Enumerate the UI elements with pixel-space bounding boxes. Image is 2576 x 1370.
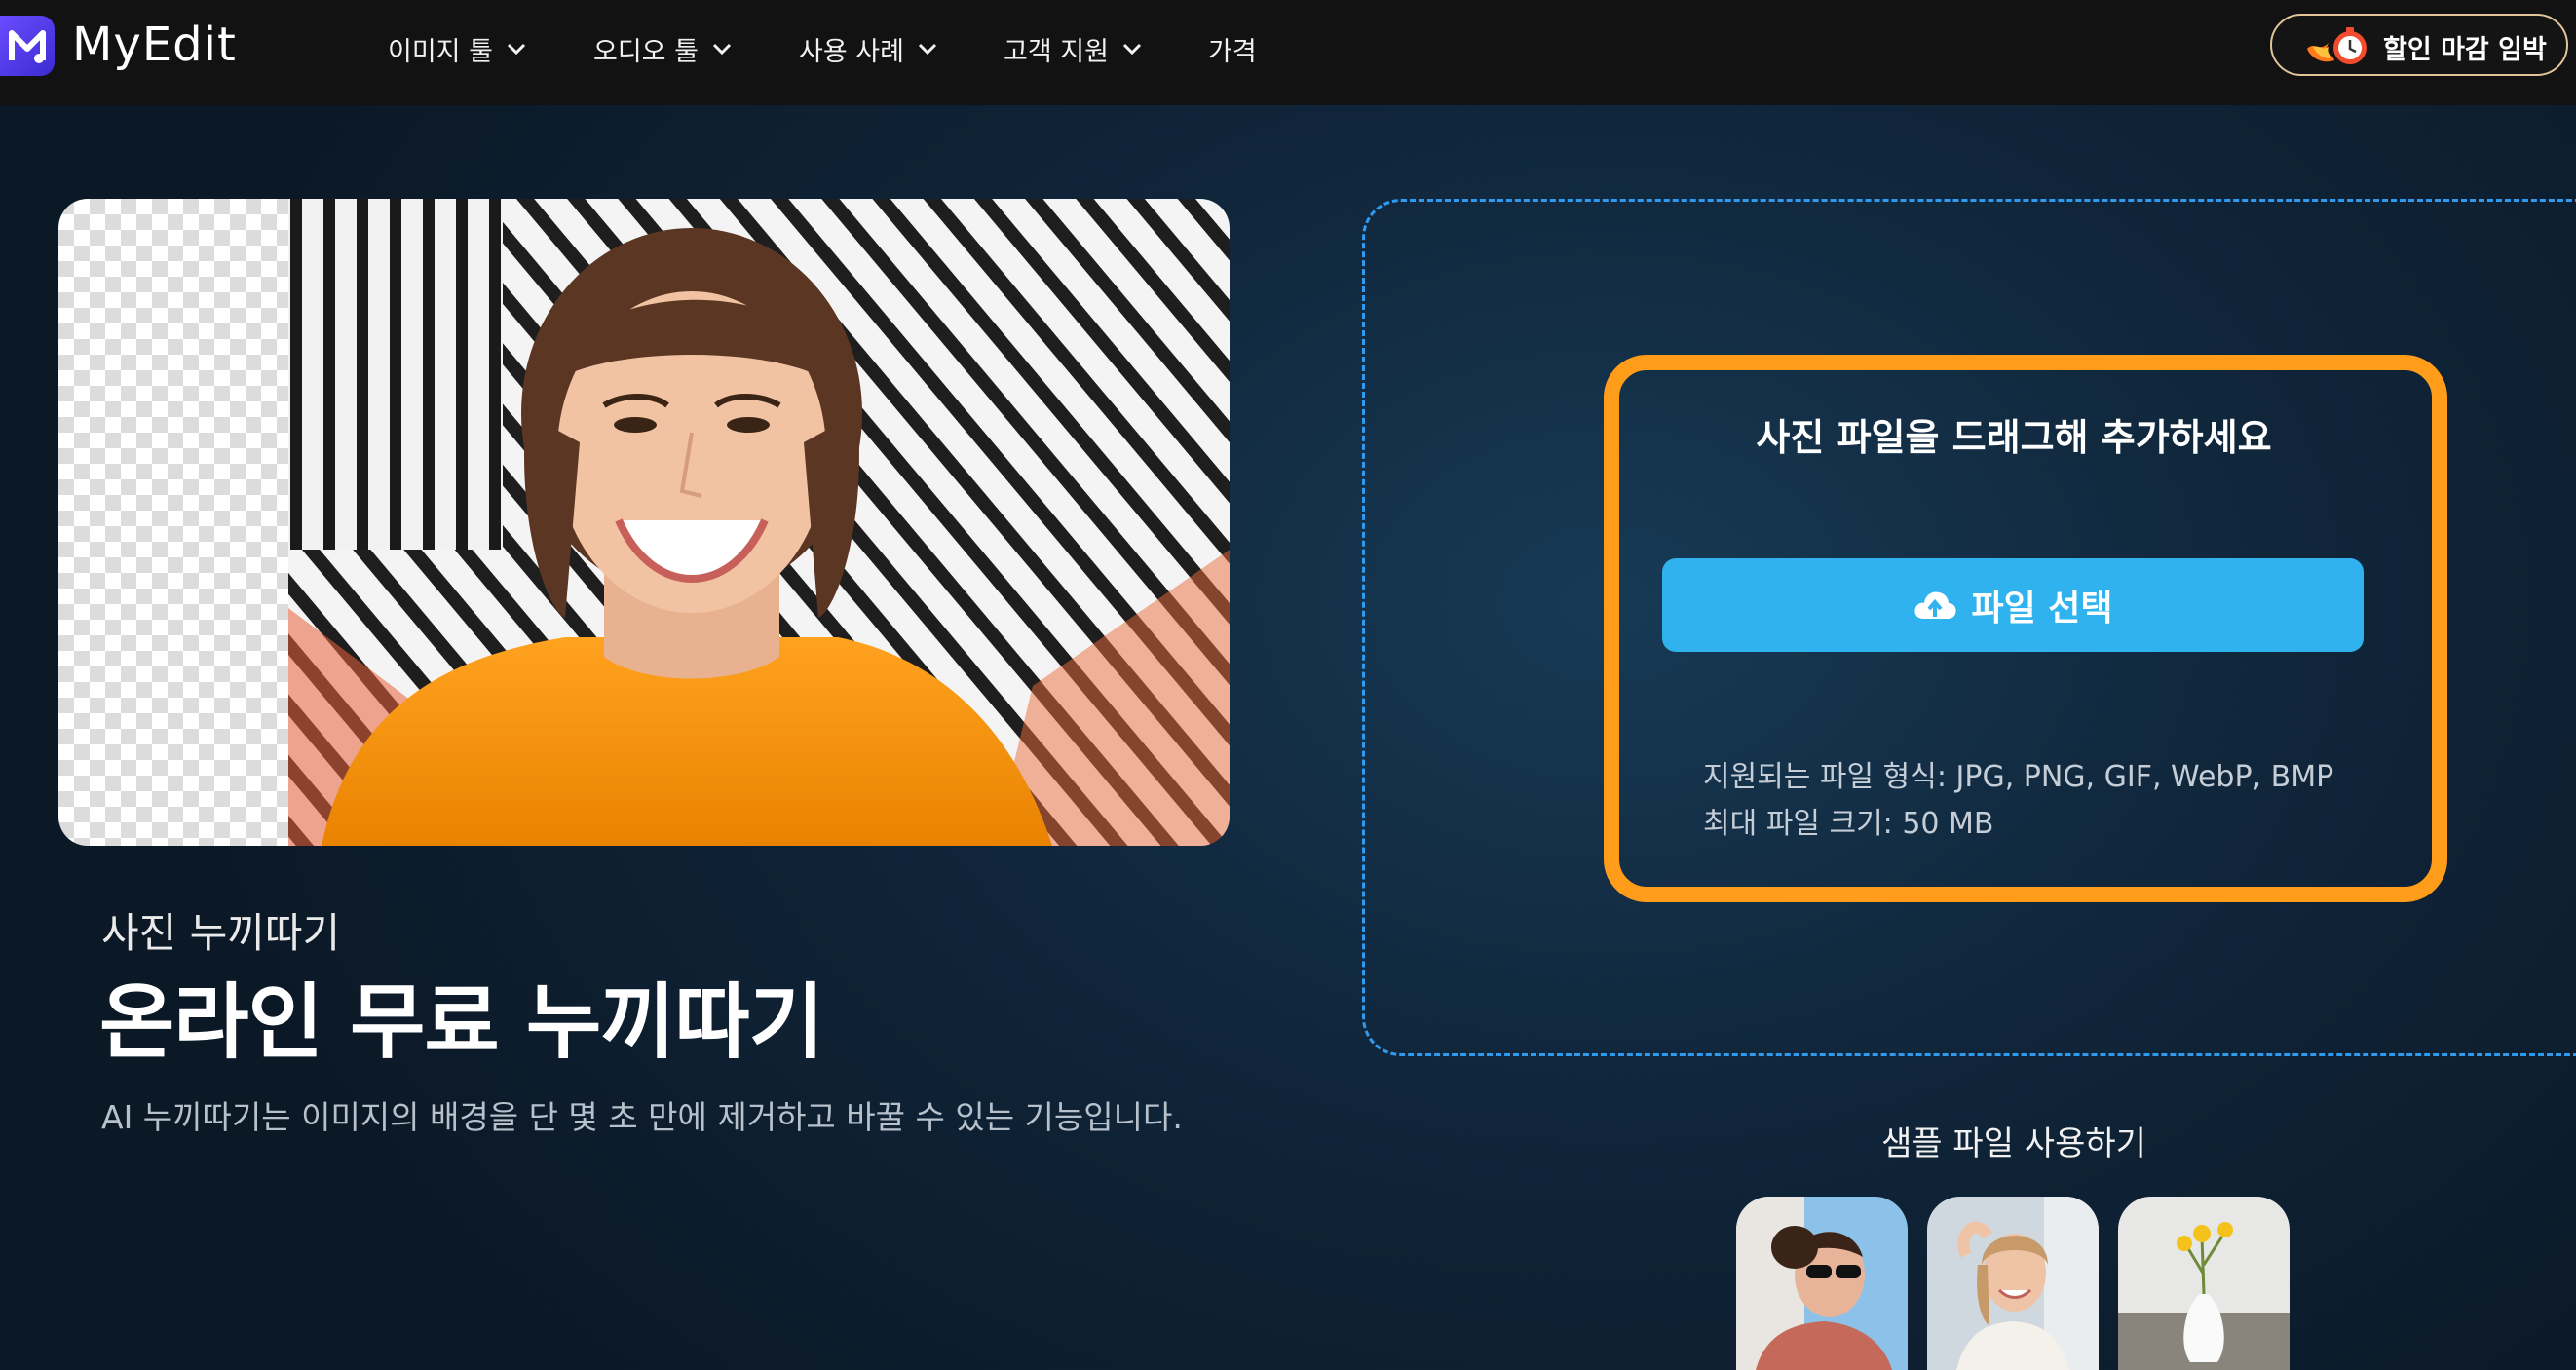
max-file-size: 최대 파일 크기: 50 MB xyxy=(1703,807,1994,841)
page-description: AI 누끼따기는 이미지의 배경을 단 몇 초 만에 제거하고 바꿀 수 있는 … xyxy=(101,1098,1183,1136)
nav-item-label: 고객 지원 xyxy=(1004,36,1109,67)
nav-item-support[interactable]: 고객 지원 xyxy=(1004,27,1142,70)
chevron-down-icon xyxy=(918,43,937,56)
sample-thumbnail-vase-flowers[interactable] xyxy=(2118,1197,2290,1370)
chevron-down-icon xyxy=(712,43,732,56)
sample-thumbnail-woman-smiling[interactable] xyxy=(1927,1197,2099,1370)
top-navigation: MyEdit 이미지 툴 오디오 툴 사용 사례 고객 지원 가격 할인 마감 … xyxy=(0,0,2576,105)
nav-item-image-tools[interactable]: 이미지 툴 xyxy=(388,27,526,70)
sample-thumbnail-woman-sunglasses[interactable] xyxy=(1736,1197,1908,1370)
promo-label: 할인 마감 임박 xyxy=(2383,35,2547,65)
chevron-down-icon xyxy=(1122,43,1142,56)
nav-item-label: 이미지 툴 xyxy=(388,36,493,67)
dropzone-title: 사진 파일을 드래그해 추가하세요 xyxy=(1756,416,2272,459)
nav-item-label: 가격 xyxy=(1208,36,1257,67)
promo-button[interactable]: 할인 마감 임박 xyxy=(2270,14,2568,76)
hero-image xyxy=(58,199,1230,846)
select-file-label: 파일 선택 xyxy=(1971,589,2113,628)
nav-item-label: 사용 사례 xyxy=(799,36,904,67)
timer-fire-icon xyxy=(2307,27,2367,64)
nav-item-use-cases[interactable]: 사용 사례 xyxy=(799,27,937,70)
supported-formats: 지원되는 파일 형식: JPG, PNG, GIF, WebP, BMP xyxy=(1703,760,2334,794)
cloud-upload-icon xyxy=(1914,591,1957,619)
nav-item-pricing[interactable]: 가격 xyxy=(1208,27,1257,70)
brand-name[interactable]: MyEdit xyxy=(72,18,237,72)
select-file-button[interactable]: 파일 선택 xyxy=(1662,558,2364,652)
nav-item-label: 오디오 툴 xyxy=(593,36,699,67)
page-title: 온라인 무료 누끼따기 xyxy=(99,974,824,1070)
sample-files-title: 샘플 파일 사용하기 xyxy=(1881,1124,2146,1163)
chevron-down-icon xyxy=(507,43,526,56)
nav-item-audio-tools[interactable]: 오디오 툴 xyxy=(593,27,732,70)
logo-icon[interactable] xyxy=(0,16,55,76)
tool-name: 사진 누끼따기 xyxy=(101,909,341,957)
